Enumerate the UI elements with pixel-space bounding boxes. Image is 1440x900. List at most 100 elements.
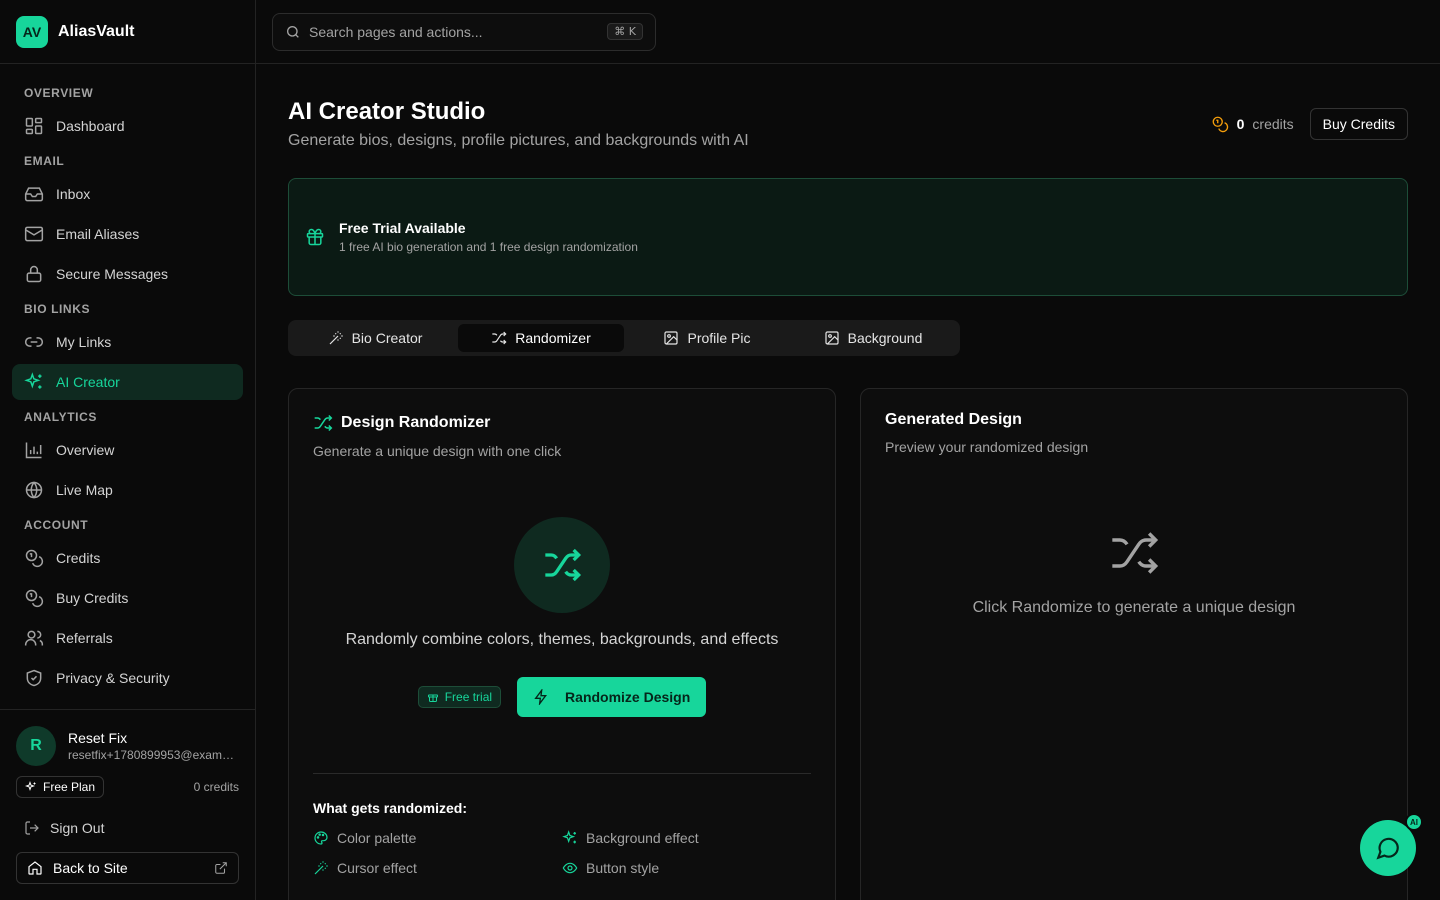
nav-section-title: ANALYTICS — [24, 410, 97, 424]
plan-badge: Free Plan — [16, 776, 105, 798]
sidebar-item-analytics-overview[interactable]: Overview — [12, 432, 243, 468]
sidebar-item-label: AI Creator — [56, 374, 120, 390]
shuffle-icon — [545, 548, 582, 582]
user-info: Reset Fix resetfix+1780899953@example.co… — [68, 730, 234, 762]
plan-row: Free Plan 0 credits — [16, 776, 239, 798]
card-description: Preview your randomized design — [885, 439, 1089, 455]
sidebar-item-label: Credits — [56, 550, 101, 566]
sidebar-item-label: Inbox — [56, 186, 91, 202]
lock-icon — [26, 265, 42, 283]
sparkles-icon — [25, 781, 36, 792]
sign-out-button[interactable]: Sign Out — [16, 810, 239, 846]
nav-section-title: BIO LINKS — [24, 302, 91, 316]
page-subtitle: Generate bios, designs, profile pictures… — [288, 132, 749, 149]
nav-section-title: EMAIL — [24, 154, 65, 168]
card-title: Design Randomizer — [313, 413, 811, 433]
sidebar-item-label: Email Aliases — [56, 226, 140, 242]
divider — [313, 773, 811, 774]
gift-icon — [427, 694, 438, 702]
sidebar-item-buy-credits[interactable]: Buy Credits — [12, 580, 243, 616]
search-shortcut: ⌘ K — [607, 23, 643, 40]
users-icon — [24, 630, 44, 646]
list-item-label: Button style — [586, 860, 660, 876]
sidebar-item-label: Dashboard — [56, 118, 125, 134]
generated-design-card: Generated Design Preview your randomized… — [860, 388, 1408, 900]
back-to-site-button[interactable]: Back to Site — [16, 852, 239, 884]
coins-icon — [1212, 116, 1228, 133]
sparkles-icon — [24, 372, 42, 389]
card-title-text: Design Randomizer — [341, 414, 491, 431]
sidebar-item-referrals[interactable]: Referrals — [12, 620, 243, 656]
tab-label: Randomizer — [515, 330, 591, 346]
sidebar: AV AliasVault OVERVIEW Dashboard EMAIL I… — [0, 0, 256, 900]
link-icon — [24, 337, 44, 347]
empty-state: Click Randomize to generate a unique des… — [885, 527, 1383, 617]
brand-name: AliasVault — [58, 22, 135, 40]
design-randomizer-card: Design Randomizer Generate a unique desi… — [288, 388, 836, 900]
sidebar-item-email-aliases[interactable]: Email Aliases — [12, 216, 243, 252]
wand-icon — [329, 331, 343, 345]
sidebar-item-label: Overview — [56, 442, 115, 458]
brand-logo: AV — [16, 15, 48, 48]
search-placeholder: Search pages and actions... — [309, 23, 483, 40]
randomized-list-title: What gets randomized: — [313, 800, 468, 816]
user-email: resetfix+1780899953@example.com — [68, 748, 234, 762]
sparkles-icon — [562, 830, 576, 844]
page-heading: AI Creator Studio Generate bios, designs… — [288, 96, 749, 150]
bar-chart-icon — [25, 442, 42, 459]
tab-randomizer[interactable]: Randomizer — [458, 324, 624, 352]
user-profile[interactable]: R Reset Fix resetfix+1780899953@example.… — [16, 726, 239, 766]
sidebar-item-my-links[interactable]: My Links — [12, 324, 243, 360]
ai-badge: AI — [1405, 813, 1423, 831]
list-item-label: Color palette — [337, 830, 417, 846]
trial-title: Free Trial Available — [339, 220, 466, 236]
randomizer-hero-icon — [514, 517, 610, 613]
credits-label: credits — [1252, 116, 1294, 132]
log-out-icon — [25, 821, 39, 835]
search-input[interactable]: Search pages and actions... ⌘ K — [272, 12, 656, 51]
card-title: Generated Design — [885, 411, 1022, 428]
dashboard-icon — [25, 117, 43, 135]
list-item: Background effect — [562, 830, 811, 846]
topbar: Search pages and actions... ⌘ K — [256, 0, 1440, 64]
back-to-site-label: Back to Site — [53, 860, 128, 876]
sidebar-footer: R Reset Fix resetfix+1780899953@example.… — [0, 709, 255, 900]
sidebar-item-label: Secure Messages — [56, 266, 169, 282]
tab-profile-pic[interactable]: Profile Pic — [624, 324, 790, 352]
app-root: AV AliasVault OVERVIEW Dashboard EMAIL I… — [0, 0, 1440, 900]
tab-label: Profile Pic — [687, 330, 751, 346]
list-item: Color palette — [313, 830, 562, 846]
main-content: AI Creator Studio Generate bios, designs… — [256, 64, 1440, 900]
sign-out-label: Sign Out — [50, 820, 105, 836]
sidebar-item-credits[interactable]: Credits — [12, 540, 243, 576]
coins-icon — [25, 589, 44, 608]
sidebar-item-privacy-security[interactable]: Privacy & Security — [12, 660, 243, 696]
header-actions: 0 credits Buy Credits — [1211, 108, 1408, 140]
sidebar-item-secure-messages[interactable]: Secure Messages — [12, 256, 243, 292]
sidebar-item-live-map[interactable]: Live Map — [12, 472, 243, 508]
sidebar-nav: OVERVIEW Dashboard EMAIL Inbox Email Ali… — [0, 64, 255, 709]
plan-credits: 0 credits — [193, 780, 239, 794]
gift-icon — [306, 228, 324, 246]
free-trial-banner: Free Trial Available 1 free AI bio gener… — [288, 178, 1408, 296]
randomized-list: Color palette Background effect Cursor e… — [313, 830, 811, 876]
image-icon — [664, 331, 679, 345]
sidebar-item-label: My Links — [56, 334, 112, 350]
creator-tabs: Bio Creator Randomizer Profile Pic Backg… — [288, 320, 960, 356]
card-description: Generate a unique design with one click — [313, 443, 562, 459]
list-item-label: Cursor effect — [337, 860, 417, 876]
trial-text: Free Trial Available 1 free AI bio gener… — [339, 220, 638, 254]
credits-count: 0 — [1236, 116, 1245, 132]
buy-credits-button[interactable]: Buy Credits — [1309, 108, 1408, 140]
sidebar-item-dashboard[interactable]: Dashboard — [12, 108, 243, 144]
free-trial-label: Free trial — [444, 690, 493, 704]
brand[interactable]: AV AliasVault — [0, 0, 255, 64]
tab-bio-creator[interactable]: Bio Creator — [292, 324, 458, 352]
home-icon — [28, 861, 42, 875]
tab-label: Bio Creator — [351, 330, 423, 346]
sidebar-item-inbox[interactable]: Inbox — [12, 176, 243, 212]
randomize-design-button[interactable]: Randomize Design — [517, 677, 707, 717]
sidebar-item-ai-creator[interactable]: AI Creator — [12, 364, 243, 400]
trial-description: 1 free AI bio generation and 1 free desi… — [339, 240, 638, 254]
tab-background[interactable]: Background — [790, 324, 956, 352]
